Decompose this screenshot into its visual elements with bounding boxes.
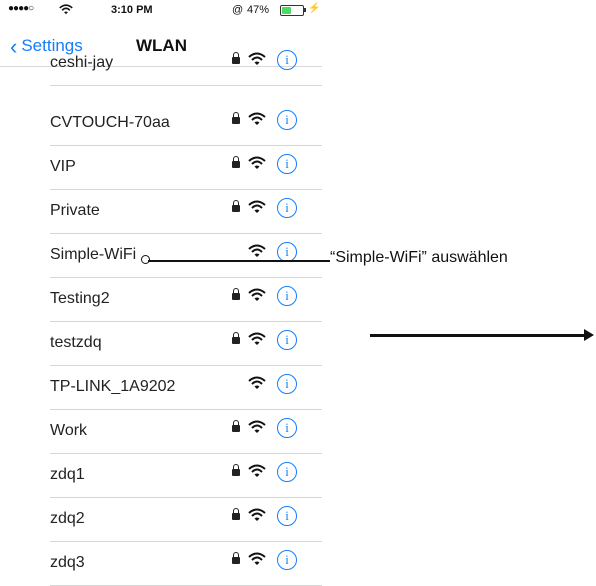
next-step-arrow: [370, 334, 584, 337]
battery-percent: 47%: [247, 4, 270, 16]
lock-icon: [232, 420, 240, 432]
signal-strength: ●●●●○: [8, 3, 34, 14]
info-icon[interactable]: i: [277, 286, 297, 306]
wifi-signal-icon: [248, 288, 266, 301]
wifi-signal-icon: [248, 156, 266, 169]
network-row[interactable]: TP-LINK_1A9202 i: [0, 366, 322, 410]
wifi-signal-icon: [248, 420, 266, 433]
info-icon[interactable]: i: [277, 110, 297, 130]
chevron-left-icon: ‹: [10, 33, 18, 59]
info-icon[interactable]: i: [277, 330, 297, 350]
info-icon[interactable]: i: [277, 462, 297, 482]
network-name: Work: [50, 422, 88, 439]
battery-tip: [304, 8, 306, 12]
lock-icon: [232, 508, 240, 520]
network-name: TP-LINK_1A9202: [50, 378, 176, 395]
lock-icon: [232, 288, 240, 300]
info-icon[interactable]: i: [277, 50, 297, 70]
wifi-signal-icon: [248, 376, 266, 389]
lock-icon: [232, 332, 240, 344]
network-name: zdq2: [50, 510, 85, 527]
network-name: Testing2: [50, 290, 110, 307]
network-row[interactable]: CVTOUCH-70aa i: [0, 102, 322, 146]
phone-screen: ●●●●○ 3:10 PM @ 47% ⚡ ‹ Settings WLAN ce…: [0, 0, 322, 586]
info-icon[interactable]: i: [277, 242, 297, 262]
network-row[interactable]: testzdq i: [0, 322, 322, 366]
wifi-signal-icon: [248, 112, 266, 125]
back-button[interactable]: ‹ Settings: [10, 33, 83, 59]
network-row[interactable]: zdq1 i: [0, 454, 322, 498]
info-icon[interactable]: i: [277, 198, 297, 218]
network-row[interactable]: Private i: [0, 190, 322, 234]
back-label: Settings: [21, 36, 83, 55]
lock-icon: [232, 552, 240, 564]
wifi-signal-icon: [248, 244, 266, 257]
info-icon[interactable]: i: [277, 374, 297, 394]
wifi-signal-icon: [248, 200, 266, 213]
battery-icon: [280, 5, 304, 16]
pointer-line: [148, 260, 330, 262]
status-bar: ●●●●○ 3:10 PM @ 47% ⚡: [0, 0, 322, 22]
network-name: testzdq: [50, 334, 102, 351]
status-time: 3:10 PM: [111, 4, 153, 16]
info-icon[interactable]: i: [277, 154, 297, 174]
page-title: WLAN: [136, 36, 187, 55]
alarm-icon: @: [232, 4, 244, 16]
network-name: zdq3: [50, 554, 85, 571]
charging-icon: ⚡: [308, 3, 321, 14]
lock-icon: [232, 200, 240, 212]
network-row[interactable]: VIP i: [0, 146, 322, 190]
lock-icon: [232, 464, 240, 476]
lock-icon: [232, 156, 240, 168]
network-name: Private: [50, 202, 100, 219]
wifi-signal-icon: [248, 464, 266, 477]
network-row[interactable]: Testing2 i: [0, 278, 322, 322]
network-name: CVTOUCH-70aa: [50, 114, 170, 131]
lock-icon: [232, 112, 240, 124]
callout-label: “Simple-WiFi” auswählen: [330, 249, 508, 266]
status-wifi-icon: [59, 4, 73, 18]
lock-icon: [232, 52, 240, 64]
info-icon[interactable]: i: [277, 418, 297, 438]
network-name: VIP: [50, 158, 76, 175]
network-name: Simple-WiFi: [50, 246, 137, 263]
network-row[interactable]: zdq2 i: [0, 498, 322, 542]
wifi-signal-icon: [248, 332, 266, 345]
network-row[interactable]: zdq3 i: [0, 542, 322, 586]
wifi-signal-icon: [248, 552, 266, 565]
info-icon[interactable]: i: [277, 550, 297, 570]
info-icon[interactable]: i: [277, 506, 297, 526]
arrow-head-icon: [584, 329, 594, 341]
network-row[interactable]: Simple-WiFi i: [0, 234, 322, 278]
network-row[interactable]: ceshi-jay i: [0, 50, 322, 86]
network-name: ceshi-jay: [50, 54, 114, 71]
wifi-signal-icon: [248, 508, 266, 521]
battery-fill: [282, 7, 291, 14]
row-separator: [50, 85, 322, 86]
wifi-signal-icon: [248, 52, 266, 65]
network-row[interactable]: Work i: [0, 410, 322, 454]
network-name: zdq1: [50, 466, 85, 483]
